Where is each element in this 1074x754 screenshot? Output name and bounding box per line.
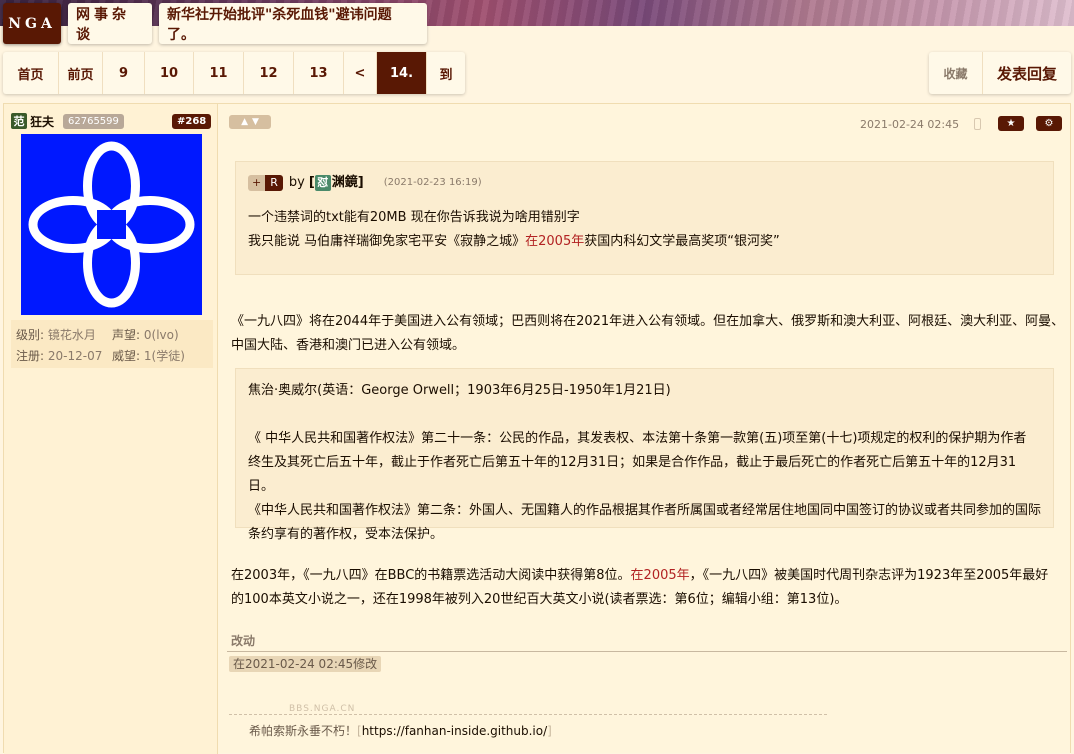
nga-logo[interactable]: NGA: [3, 3, 61, 44]
quote-block: 焦治·奥威尔(英语：George Orwell；1903年6月25日-1950年…: [235, 368, 1054, 542]
quote-line: 一个违禁词的txt能有20MB 现在你告诉我说为啥用错别字: [248, 210, 580, 225]
username-row[interactable]: 范 狂夫: [11, 113, 54, 129]
prestige-label: 威望:: [112, 349, 141, 363]
breadcrumb-board[interactable]: 网事杂谈: [68, 3, 152, 44]
quote-header: + R by [怼渊鏡] (2021-02-23 16:19): [248, 172, 1041, 194]
level-label: 级别:: [16, 328, 45, 342]
page-link[interactable]: 9: [103, 52, 145, 94]
watermark: BBS.NGA.CN: [289, 704, 356, 714]
gear-icon: ⚙: [1044, 118, 1054, 129]
avatar[interactable]: [21, 134, 202, 315]
text-line: 《一九八四》将在2044年于美国进入公有领域；巴西则将在2021年进入公有领域。…: [231, 314, 1065, 329]
post-options-button[interactable]: ⚙: [1036, 116, 1062, 131]
mobile-icon: [974, 118, 981, 130]
divider: [227, 651, 1067, 652]
page-first-button[interactable]: 首页: [3, 52, 59, 94]
quote-line: 《中华人民共和国著作权法》第二条：外国人、无国籍人的作品根据其作者所属国或者经常…: [248, 503, 1042, 518]
edit-label: 改动: [231, 634, 256, 648]
plus-icon: +: [248, 175, 266, 191]
star-icon: ★: [1006, 118, 1016, 129]
quoted-username[interactable]: [怼渊鏡]: [309, 171, 364, 195]
breadcrumb-thread-title[interactable]: 新华社开始批评"杀死血钱"避讳问题了。: [159, 3, 427, 44]
floor-number[interactable]: #268: [172, 114, 212, 129]
page-prev-button[interactable]: 前页: [59, 52, 103, 94]
quote-line: 《 中华人民共和国著作权法》第二十一条：公民的作品，其发表权、本法第十条第一款第…: [248, 431, 1027, 446]
page-link[interactable]: 13: [294, 52, 344, 94]
user-group-badge: 范: [11, 113, 27, 129]
post-paragraph: 在2003年，《一九八四》在BBC的书籍票选活动大阅读中获得第8位。在2005年…: [231, 564, 1048, 612]
page-link[interactable]: 11: [194, 52, 244, 94]
fame-value: 0(lvo): [143, 328, 179, 342]
text-line: 中国大陆、香港和澳门已进入公有领域。: [231, 338, 466, 353]
user-sidebar: 范 狂夫 62765599 #268 级别: 镜花水月 声望: 0(lvo) 注…: [4, 104, 218, 754]
signature-divider: [229, 714, 827, 715]
reg-label: 注册:: [16, 349, 45, 363]
signature: 希帕索斯永垂不朽！[https://fanhan-inside.github.i…: [249, 724, 552, 738]
pagination: 首页 前页 9 10 11 12 13 < 14. 到: [3, 52, 465, 94]
page-back-button[interactable]: <: [344, 52, 377, 94]
user-stats: 级别: 镜花水月 声望: 0(lvo) 注册: 20-12-07 威望: 1(学…: [11, 320, 213, 368]
quoted-reply: + R by [怼渊鏡] (2021-02-23 16:19) 一个违禁词的tx…: [235, 161, 1054, 275]
text-line: 在2003年，《一九八四》在BBC的书籍票选活动大阅读中获得第8位。在2005年…: [231, 568, 1049, 583]
quote-line: 焦治·奥威尔(英语：George Orwell；1903年6月25日-1950年…: [248, 383, 671, 398]
by-label: by: [288, 175, 305, 190]
page-goto-button[interactable]: 到: [427, 52, 465, 94]
bookmark-star-button[interactable]: ★: [998, 116, 1024, 131]
quoted-username-text: 渊鏡: [331, 175, 358, 190]
quote-date: (2021-02-23 16:19): [383, 177, 482, 188]
text-line: 的100本英文小说之一，还在1998年被列入20世纪百大英文小说(读者票选：第6…: [231, 592, 848, 607]
username[interactable]: 狂夫: [30, 113, 54, 130]
prestige-value: 1(学徒): [143, 349, 185, 363]
page-link[interactable]: 12: [244, 52, 294, 94]
page-current[interactable]: 14.: [377, 52, 427, 94]
reply-tag: R: [265, 175, 283, 191]
fame-label: 声望:: [112, 328, 141, 342]
quote-line: 我只能说 马伯庸祥瑞御免家宅平安《寂静之城》在2005年获国内科幻文学最高奖项“…: [248, 234, 780, 249]
quatrefoil-avatar-image: [28, 141, 195, 308]
edit-timestamp: 在2021-02-24 02:45修改: [229, 656, 382, 672]
post-paragraph: 《一九八四》将在2044年于美国进入公有领域；巴西则将在2021年进入公有领域。…: [231, 310, 1064, 358]
page-link[interactable]: 10: [145, 52, 194, 94]
post-body: ▲ ▼ 2021-02-24 02:45 ★ ⚙ + R by [怼渊鏡] (2…: [224, 104, 1071, 754]
post-container: 范 狂夫 62765599 #268 级别: 镜花水月 声望: 0(lvo) 注…: [3, 103, 1071, 754]
signature-text: 希帕索斯永垂不朽！: [249, 724, 358, 738]
signature-link[interactable]: https://fanhan-inside.github.io/: [362, 724, 547, 738]
level-value: 镜花水月: [47, 328, 96, 342]
quote-line: 条约享有的著作权，受本法保护。: [248, 527, 444, 542]
quoted-user-badge: 怼: [314, 175, 331, 191]
post-date: 2021-02-24 02:45: [860, 118, 960, 131]
reply-button[interactable]: 发表回复: [983, 52, 1071, 94]
thread-toolbar: 收藏 发表回复: [929, 52, 1071, 94]
thumbs-up-icon[interactable]: ▲: [241, 117, 248, 127]
thumbs-down-icon[interactable]: ▼: [252, 117, 259, 127]
rate-buttons[interactable]: ▲ ▼: [229, 115, 271, 129]
reply-quote-badge[interactable]: + R: [248, 175, 283, 191]
user-id-badge[interactable]: 62765599: [63, 114, 124, 129]
favorite-button[interactable]: 收藏: [929, 52, 983, 94]
quote-line: 终生及其死亡后五十年，截止于作者死亡后第五十年的12月31日；如果是合作作品，截…: [248, 455, 1017, 494]
reg-value: 20-12-07: [47, 349, 103, 363]
